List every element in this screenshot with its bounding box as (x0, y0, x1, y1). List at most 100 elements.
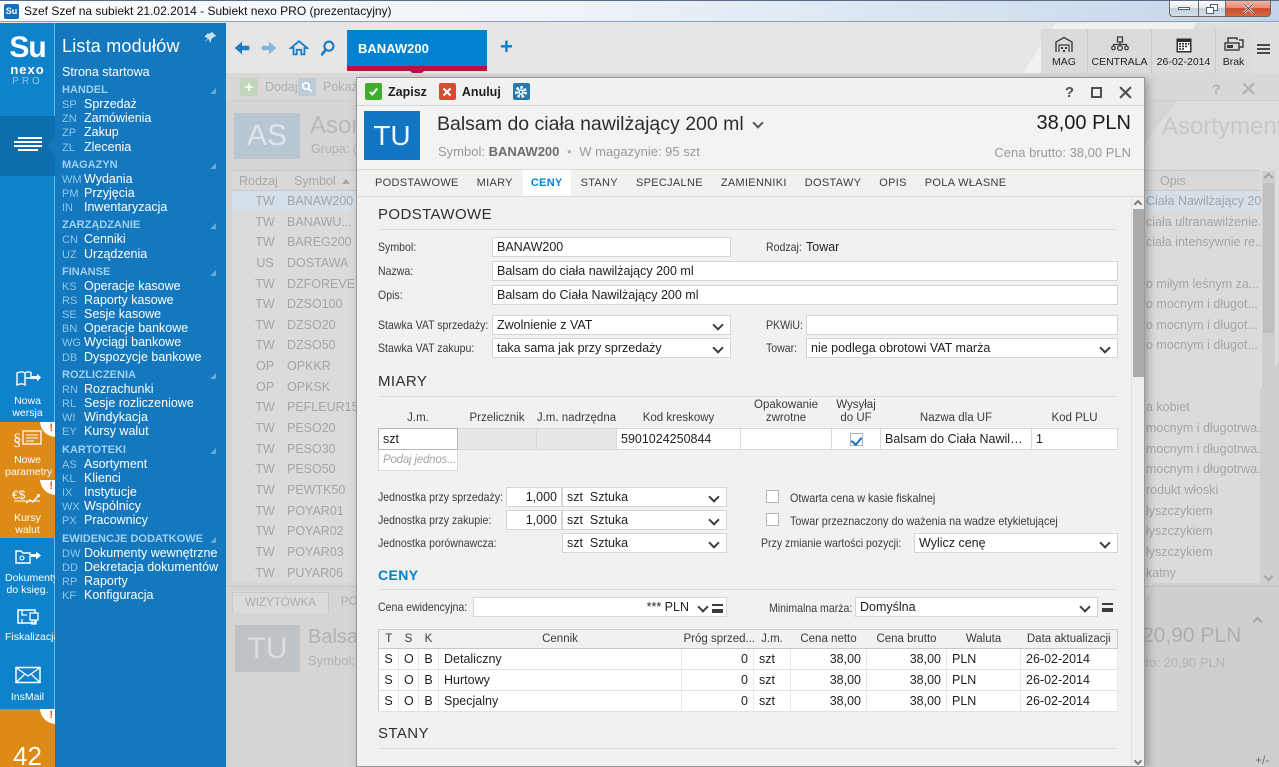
nazwa-input[interactable]: Balsam do ciała nawilżający 200 ml (492, 261, 1118, 281)
bg-detail-tab[interactable]: WIZYTÓWKA (232, 592, 329, 613)
add-item-button[interactable]: +Dodaj (240, 78, 298, 96)
weighing-checkbox[interactable] (766, 513, 779, 526)
dialog-tab[interactable]: POLA WŁASNE (917, 170, 1015, 196)
module-item[interactable]: RNRozrachunki (62, 382, 226, 396)
bg-close-icon[interactable] (1242, 82, 1255, 95)
minimal-margin-select[interactable]: Domyślna (855, 597, 1098, 617)
dialog-maximize-icon[interactable] (1091, 87, 1102, 98)
module-item[interactable]: KFKonfiguracja (62, 588, 226, 602)
module-section-header[interactable]: HANDEL (62, 84, 226, 97)
rail-shortcut[interactable]: ! €$ Kursy walut (0, 480, 55, 538)
module-item[interactable]: IXInstytucje (62, 485, 226, 499)
module-section-header[interactable]: MAGAZYN (62, 159, 226, 172)
settings-button[interactable] (513, 83, 530, 100)
minimize-button[interactable] (1169, 1, 1198, 17)
buy-unit-select[interactable]: szt Sztuka (562, 510, 727, 530)
module-item[interactable]: KSOperacje kasowe (62, 279, 226, 293)
module-item[interactable]: RSRaporty kasowe (62, 293, 226, 307)
date-button[interactable]: 26-02-2014 (1151, 29, 1215, 73)
module-item[interactable]: RPRaporty (62, 574, 226, 588)
forward-button[interactable] (259, 38, 279, 58)
back-button[interactable] (232, 38, 252, 58)
rail-shortcut[interactable]: Dokumenty do księg. (0, 540, 55, 597)
currency-menu-icon[interactable] (712, 604, 723, 613)
bg-help-icon[interactable]: ? (1212, 81, 1221, 97)
strip-menu-icon[interactable] (1257, 44, 1270, 56)
module-item[interactable]: DDDekretacja dokumentów (62, 560, 226, 574)
dialog-tab[interactable]: DOSTAWY (797, 170, 870, 196)
module-item[interactable]: ZPZakup (62, 125, 226, 139)
module-section-header[interactable]: FINANSE (62, 266, 226, 279)
value-change-select[interactable]: Wylicz cenę (914, 533, 1118, 553)
price-row[interactable]: S O B Detaliczny 0 szt 38,00 38,00 PLN (379, 649, 1118, 670)
dialog-tab[interactable]: MIARY (469, 170, 521, 196)
module-section-header[interactable]: ROZLICZENIA (62, 369, 226, 382)
module-item[interactable]: CNCenniki (62, 232, 226, 246)
pin-icon[interactable] (204, 30, 218, 44)
home-button[interactable] (289, 38, 309, 58)
title-dropdown-icon[interactable] (752, 117, 763, 128)
module-item[interactable]: ASAsortyment (62, 457, 226, 471)
new-tab-button[interactable]: + (500, 34, 513, 60)
search-button[interactable] (318, 38, 338, 58)
sale-qty-input[interactable]: 1,000 (506, 487, 562, 507)
module-item[interactable]: WXWspólnicy (62, 499, 226, 513)
vat-buy-select[interactable]: taka sama jak przy sprzedaży (492, 338, 731, 358)
module-section-header[interactable]: KARTOTEKI (62, 444, 226, 457)
dialog-tab[interactable]: STANY (573, 170, 626, 196)
cancel-button[interactable]: Anuluj (439, 83, 501, 100)
dialog-close-icon[interactable] (1119, 86, 1132, 99)
module-item[interactable]: ZLZlecenia (62, 140, 226, 154)
module-item[interactable]: WIWindykacja (62, 410, 226, 424)
branch-button[interactable]: CENTRALA (1087, 29, 1151, 73)
towar-select[interactable]: nie podlega obrotowi VAT marża (806, 338, 1118, 358)
price-row[interactable]: S O B Hurtowy 0 szt 38,00 38,00 PLN (379, 670, 1118, 691)
margin-menu-icon[interactable] (1102, 603, 1113, 612)
restore-button[interactable] (1198, 1, 1226, 17)
measure-placeholder-row[interactable]: Podaj jednos... (379, 450, 1118, 471)
sale-unit-select[interactable]: szt Sztuka (562, 487, 727, 507)
module-item[interactable]: WGWyciągi bankowe (62, 335, 226, 349)
opis-input[interactable]: Balsam do Ciała Nawilżający 200 ml (492, 285, 1118, 305)
measure-row[interactable]: szt 5901024250844 Balsam do Ciała Nawilż… (379, 429, 1118, 450)
save-button[interactable]: Zapisz (365, 83, 427, 100)
bg-scrollbar[interactable] (1262, 171, 1275, 585)
vat-sale-select[interactable]: Zwolnienie z VAT (492, 315, 731, 335)
dialog-tab[interactable]: OPIS (871, 170, 915, 196)
rail-shortcut[interactable]: Nowa wersja (0, 363, 55, 422)
pkwiu-input[interactable] (806, 315, 1118, 335)
module-item[interactable]: SESesje kasowe (62, 307, 226, 321)
module-item[interactable]: DWDokumenty wewnętrzne (62, 546, 226, 560)
dialog-tab[interactable]: SPECJALNE (628, 170, 711, 196)
module-item[interactable]: WMWydania (62, 172, 226, 186)
cena-ewidencyjna-input[interactable]: *** PLN (473, 597, 727, 617)
printer-button[interactable]: Brak (1215, 29, 1251, 73)
dialog-scrollbar[interactable] (1131, 197, 1144, 766)
rail-shortcut[interactable]: InsMail (0, 659, 55, 711)
document-tab[interactable]: BANAW200 (347, 30, 487, 67)
home-link[interactable]: Strona startowa (62, 65, 226, 79)
rail-shortcut[interactable]: ! § Nowe parametry (0, 422, 55, 480)
module-item[interactable]: RLSesje rozliczeniowe (62, 396, 226, 410)
warehouse-button[interactable]: MAG (1041, 29, 1087, 73)
price-row[interactable]: S O B Specjalny 0 szt 38,00 38,00 PLN (379, 691, 1118, 712)
rail-shortcut[interactable]: ! 42 Licencje (0, 709, 55, 767)
module-item[interactable]: KLKlienci (62, 471, 226, 485)
module-item[interactable]: INInwentaryzacja (62, 200, 226, 214)
module-item[interactable]: BNOperacje bankowe (62, 321, 226, 335)
buy-qty-input[interactable]: 1,000 (506, 510, 562, 530)
dialog-help-icon[interactable]: ? (1065, 84, 1074, 101)
module-item[interactable]: DBDyspozycje bankowe (62, 350, 226, 364)
show-item-button[interactable]: Pokaż (298, 78, 358, 96)
module-item[interactable]: UZUrządzenia (62, 247, 226, 261)
uf-checkbox-checked[interactable] (850, 433, 863, 446)
module-item[interactable]: PXPracownicy (62, 513, 226, 527)
dialog-tab[interactable]: CENY (523, 170, 571, 196)
rail-shortcut[interactable]: Fiskalizacja (0, 599, 55, 651)
module-item[interactable]: PMPrzyjęcia (62, 186, 226, 200)
compare-unit-select[interactable]: szt Sztuka (562, 533, 727, 553)
dialog-tab[interactable]: PODSTAWOWE (367, 170, 467, 196)
close-button[interactable] (1226, 1, 1271, 17)
open-price-checkbox[interactable] (766, 490, 779, 503)
dialog-tab[interactable]: ZAMIENNIKI (713, 170, 795, 196)
